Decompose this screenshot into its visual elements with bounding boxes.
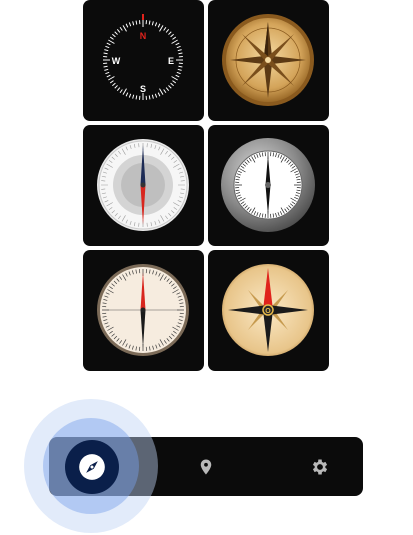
nav-map-button[interactable]: [186, 447, 226, 487]
dial-tick: [159, 88, 164, 95]
dial-tick: [157, 23, 161, 28]
chrome-compass-icon: [221, 138, 315, 232]
dial-tick: [103, 65, 108, 68]
gear-icon: [312, 459, 328, 475]
dial-tick: [114, 85, 118, 89]
dial-tick: [151, 94, 154, 99]
nav-settings-button[interactable]: [300, 447, 340, 487]
dial-tick: [132, 94, 135, 99]
dial-tick: [106, 74, 111, 78]
dial-tick: [177, 68, 182, 71]
compass-style-silver-light[interactable]: [83, 125, 204, 246]
dial-tick: [165, 87, 170, 91]
dial-tick: [128, 22, 132, 27]
dial-tick: [170, 82, 174, 87]
dial-tick: [125, 23, 129, 28]
dial-tick: [106, 42, 111, 46]
dial-tick: [104, 68, 109, 71]
dial-tick: [177, 49, 182, 52]
dial-tick: [105, 45, 110, 49]
dial-tick: [132, 21, 135, 26]
dial-tick: [108, 76, 115, 81]
west-label: W: [112, 56, 121, 66]
dial-tick: [119, 26, 123, 31]
dial-tick: [122, 25, 127, 32]
dial-tick: [112, 33, 116, 38]
dial-tick: [172, 36, 177, 40]
dial-tick: [119, 89, 123, 94]
dial-tick: [116, 87, 121, 91]
dial-tick: [151, 21, 154, 26]
dial-tick: [112, 82, 116, 87]
dial-tick: [128, 93, 132, 98]
center-label: O: [265, 308, 271, 315]
dial-tick: [154, 93, 158, 98]
dial-tick: [104, 49, 109, 52]
dial-tick: [105, 71, 110, 75]
dial-tick: [175, 74, 180, 78]
dial-tick: [109, 80, 114, 84]
north-label: N: [140, 31, 147, 41]
dial-tick: [103, 52, 108, 55]
dial-tick: [165, 29, 170, 33]
dial-tick: [157, 92, 161, 97]
dial-tick: [178, 65, 183, 68]
compass-style-gold-rose[interactable]: [208, 0, 329, 121]
dial-tick: [163, 26, 167, 31]
location-pin-icon: [200, 459, 212, 475]
dial-tick: [148, 20, 151, 25]
dial-tick: [108, 39, 115, 44]
dial-tick: [109, 36, 114, 40]
dial-tick: [154, 22, 158, 27]
east-label: E: [168, 56, 174, 66]
dial-tick: [176, 71, 181, 75]
south-label: S: [140, 84, 146, 94]
dial-tick: [171, 76, 178, 81]
dial-tick: [168, 31, 172, 35]
nav-compass-button[interactable]: [65, 440, 119, 494]
dial-tick: [170, 33, 174, 38]
compass-style-black-dial[interactable]: N S E W: [83, 0, 204, 121]
dial-tick: [172, 80, 177, 84]
dial-tick: [175, 42, 180, 46]
compass-style-chrome-ring[interactable]: [208, 125, 329, 246]
compass-style-cream-classic[interactable]: [83, 250, 204, 371]
dial-tick: [116, 29, 121, 33]
dial-tick: [178, 52, 183, 55]
dial-tick: [114, 31, 118, 35]
compass-style-parchment-rose[interactable]: O: [208, 250, 329, 371]
dial-tick: [163, 89, 167, 94]
silver-compass-icon: [97, 139, 189, 231]
dial-tick: [148, 95, 151, 100]
dial-tick: [135, 95, 138, 100]
parchment-rose-compass-icon: O: [222, 264, 314, 356]
gold-rose-compass-icon: [222, 14, 314, 106]
dial-tick: [125, 92, 129, 97]
cream-compass-icon: [97, 264, 189, 356]
dial-tick: [135, 20, 138, 25]
compass-icon: [79, 454, 105, 480]
dial-tick: [159, 25, 164, 32]
dial-tick: [122, 88, 127, 95]
dial-tick: [176, 45, 181, 49]
black-dial-compass-icon: N S E W: [103, 14, 183, 100]
dial-tick: [171, 39, 178, 44]
dial-tick: [168, 85, 172, 89]
